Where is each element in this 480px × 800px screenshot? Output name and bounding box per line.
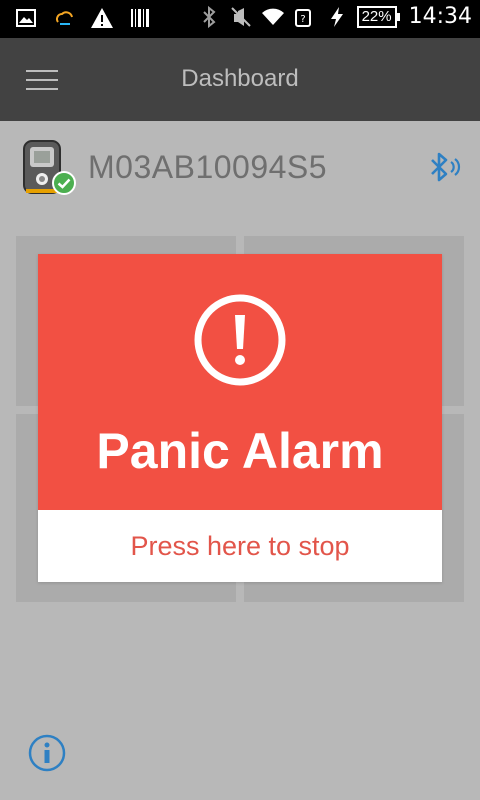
svg-text:?: ? — [300, 14, 305, 25]
wifi-icon — [261, 8, 284, 25]
alarm-header: Panic Alarm — [38, 254, 442, 510]
charging-icon — [330, 6, 343, 27]
info-icon[interactable] — [28, 734, 66, 772]
vibrate-off-icon — [230, 6, 251, 27]
weather-icon — [56, 11, 73, 25]
battery-icon: 22% — [356, 5, 400, 28]
warning-icon — [91, 8, 113, 28]
bluetooth-icon[interactable] — [422, 147, 462, 187]
exclamation-icon — [194, 294, 286, 386]
device-name: M03AB10094S5 — [88, 149, 328, 185]
alarm-title: Panic Alarm — [96, 423, 384, 479]
panic-alarm-dialog: Panic Alarm Press here to stop — [38, 254, 442, 582]
page-title: Dashboard — [181, 65, 299, 92]
status-bar: ? 22% 14:34 — [0, 0, 480, 38]
device-row: M03AB10094S5 — [0, 121, 480, 221]
image-icon — [16, 9, 36, 27]
action-bar: Dashboard — [0, 38, 480, 121]
bluetooth-status-icon — [202, 5, 216, 28]
connected-check-icon — [52, 171, 76, 195]
stop-alarm-button[interactable]: Press here to stop — [38, 510, 442, 582]
barcode-icon — [131, 9, 149, 27]
clock-time: 14:34 — [408, 4, 472, 29]
signal-icon: ? — [294, 8, 311, 27]
screen: ? 22% 14:34 Dashboard M03AB10094S5 Panic… — [0, 0, 480, 800]
